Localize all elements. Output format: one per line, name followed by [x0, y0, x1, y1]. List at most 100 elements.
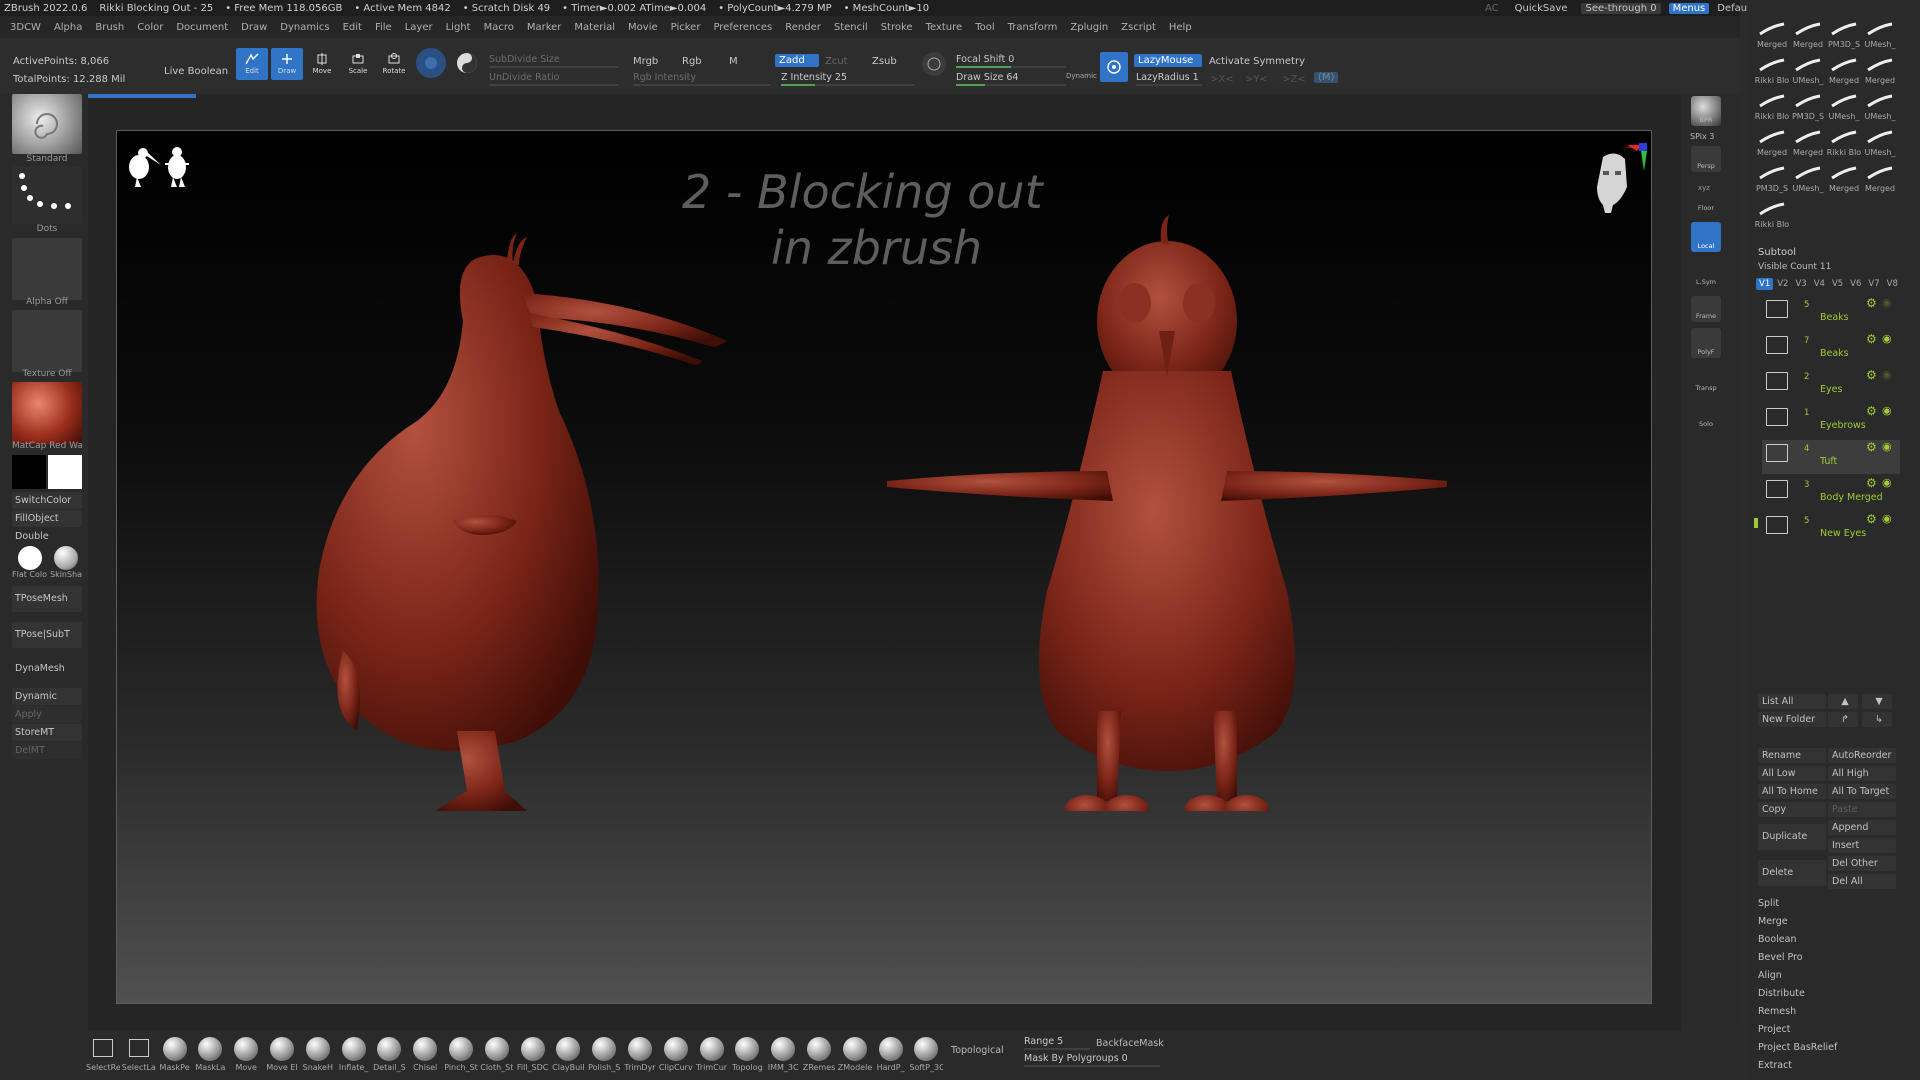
version-tab[interactable]: V7	[1865, 278, 1882, 290]
brush-button[interactable]: Move El	[265, 1037, 299, 1079]
material-thumbnail[interactable]	[12, 382, 82, 444]
brush-button[interactable]: Fill_SDC	[516, 1037, 550, 1079]
dynamesh-button[interactable]: DynaMesh	[12, 660, 82, 678]
switch-color-button[interactable]: SwitchColor	[12, 492, 82, 509]
tool-thumbnail[interactable]: Merged	[1862, 56, 1898, 90]
tool-thumbnail[interactable]: UMesh_	[1826, 92, 1862, 126]
move-up-button[interactable]: ▲	[1828, 694, 1858, 709]
all-high-button[interactable]: All High	[1828, 766, 1896, 781]
brush-button[interactable]: TrimDyr	[623, 1037, 657, 1079]
tool-thumbnail[interactable]: PM3D_S	[1754, 164, 1790, 198]
xyz-label[interactable]: xyz	[1698, 184, 1710, 192]
subtool-action-split[interactable]: Split	[1758, 898, 1779, 909]
menu-zplugin[interactable]: Zplugin	[1070, 22, 1108, 33]
subtool-row[interactable]: 3 Body Merged ⚙ ◉	[1762, 476, 1900, 510]
standard-brush-thumbnail[interactable]	[12, 94, 82, 154]
menu-stroke[interactable]: Stroke	[881, 22, 913, 33]
brush-button[interactable]: ClayBuil	[551, 1037, 585, 1079]
polyf-button[interactable]: PolyF	[1691, 328, 1721, 358]
brush-button[interactable]: Pinch_St	[444, 1037, 478, 1079]
menu-picker[interactable]: Picker	[671, 22, 701, 33]
subtool-row[interactable]: 1 Eyebrows ⚙ ◉	[1762, 404, 1900, 438]
eye-icon[interactable]: ◉	[1882, 296, 1892, 309]
mrgb-toggle[interactable]: Mrgb	[633, 56, 658, 67]
brush-button[interactable]: Chisel	[408, 1037, 442, 1079]
brush-button[interactable]: MaskLa	[193, 1037, 227, 1079]
symmetry-z-toggle[interactable]: >Z<	[1282, 74, 1306, 85]
menu-edit[interactable]: Edit	[343, 22, 362, 33]
rgb-toggle[interactable]: Rgb	[682, 56, 702, 67]
frame-button[interactable]: Frame	[1691, 296, 1721, 322]
brush-button[interactable]: SelectRe	[86, 1037, 120, 1079]
del-mt-button[interactable]: DelMT	[12, 742, 82, 759]
lazymouse-icon-button[interactable]	[1100, 52, 1128, 82]
new-folder-button[interactable]: New Folder	[1758, 712, 1826, 727]
texture-thumbnail[interactable]	[12, 310, 82, 372]
subtool-title[interactable]: Subtool	[1758, 247, 1796, 258]
version-tab[interactable]: V3	[1792, 278, 1809, 290]
tool-thumbnail[interactable]: PM3D_S	[1826, 20, 1862, 54]
menu-render[interactable]: Render	[785, 22, 821, 33]
lazymouse-toggle[interactable]: LazyMouse	[1134, 54, 1202, 67]
store-mt-button[interactable]: StoreMT	[12, 724, 82, 741]
tool-thumbnail[interactable]: Merged	[1826, 56, 1862, 90]
menu-transform[interactable]: Transform	[1008, 22, 1058, 33]
version-tab[interactable]: V6	[1847, 278, 1864, 290]
tool-thumbnail[interactable]: Merged	[1790, 20, 1826, 54]
version-tab[interactable]: V2	[1774, 278, 1791, 290]
menu-draw[interactable]: Draw	[241, 22, 267, 33]
brush-button[interactable]: SelectLa	[122, 1037, 156, 1079]
material-channel-button[interactable]	[416, 48, 446, 78]
tool-thumbnail[interactable]: Rikki Blo	[1826, 128, 1862, 162]
draw-size-slider[interactable]: Draw Size 64	[956, 72, 1066, 86]
symmetry-y-toggle[interactable]: >Y<	[1245, 74, 1268, 85]
lsym-button[interactable]: L.Sym	[1691, 262, 1721, 288]
subtool-action-align[interactable]: Align	[1758, 970, 1782, 981]
auto-reorder-button[interactable]: AutoReorder	[1828, 748, 1896, 763]
subtool-action-bevel-pro[interactable]: Bevel Pro	[1758, 952, 1803, 963]
tool-thumbnail[interactable]: Merged	[1754, 20, 1790, 54]
duplicate-button[interactable]: Duplicate	[1758, 824, 1826, 850]
document-canvas[interactable]: 2 - Blocking out in zbrush	[116, 130, 1652, 1004]
subtool-row[interactable]: 5 New Eyes ⚙ ◉	[1762, 512, 1900, 546]
tool-thumbnail[interactable]: UMesh_	[1862, 128, 1898, 162]
subtool-action-extract[interactable]: Extract	[1758, 1060, 1792, 1071]
gear-icon[interactable]: ⚙	[1866, 296, 1877, 310]
brush-button[interactable]: Inflate_	[337, 1037, 371, 1079]
menu-3dcw[interactable]: 3DCW	[10, 22, 41, 33]
all-to-home-button[interactable]: All To Home	[1758, 784, 1826, 799]
brush-button[interactable]: ZModele	[838, 1037, 872, 1079]
brush-button[interactable]: Topolog	[730, 1037, 764, 1079]
tool-thumbnail[interactable]: UMesh_	[1862, 92, 1898, 126]
menus-toggle[interactable]: Menus	[1668, 2, 1710, 14]
gear-icon[interactable]: ⚙	[1866, 476, 1877, 490]
z-intensity-slider[interactable]: Z Intensity 25	[781, 72, 915, 86]
tool-thumbnail[interactable]: UMesh_	[1790, 164, 1826, 198]
activate-symmetry-toggle[interactable]: Activate Symmetry	[1209, 56, 1305, 67]
zcut-toggle[interactable]: Zcut	[825, 56, 848, 67]
focal-brush-icon-button[interactable]	[922, 52, 946, 76]
folder-in-button[interactable]: ↱	[1828, 712, 1858, 727]
gear-icon[interactable]: ⚙	[1866, 440, 1877, 454]
brush-button[interactable]: TrimCur	[695, 1037, 729, 1079]
del-all-button[interactable]: Del All	[1828, 874, 1896, 889]
fill-object-button[interactable]: FillObject	[12, 510, 82, 527]
flat-color-sphere-icon[interactable]	[18, 546, 42, 570]
kiwi-front-view-model[interactable]	[877, 171, 1457, 811]
brush-button[interactable]: MaskPe	[158, 1037, 192, 1079]
visible-count-slider[interactable]: Visible Count 11	[1758, 262, 1831, 272]
move-down-button[interactable]: ▼	[1862, 694, 1892, 709]
eye-icon[interactable]: ◉	[1882, 476, 1892, 489]
menu-file[interactable]: File	[375, 22, 392, 33]
focal-shift-slider[interactable]: Focal Shift 0	[956, 54, 1066, 68]
menu-movie[interactable]: Movie	[628, 22, 658, 33]
edit-mode-button[interactable]: Edit	[236, 48, 268, 80]
tool-thumbnail[interactable]: Merged	[1862, 164, 1898, 198]
subtool-row[interactable]: 7 Beaks ⚙ ◉	[1762, 332, 1900, 366]
tool-thumbnail[interactable]: UMesh_	[1790, 56, 1826, 90]
all-low-button[interactable]: All Low	[1758, 766, 1826, 781]
eye-icon[interactable]: ◉	[1882, 512, 1892, 525]
subtool-action-project-basrelief[interactable]: Project BasRelief	[1758, 1042, 1837, 1053]
tool-thumbnail[interactable]: Merged	[1754, 128, 1790, 162]
menu-macro[interactable]: Macro	[484, 22, 514, 33]
